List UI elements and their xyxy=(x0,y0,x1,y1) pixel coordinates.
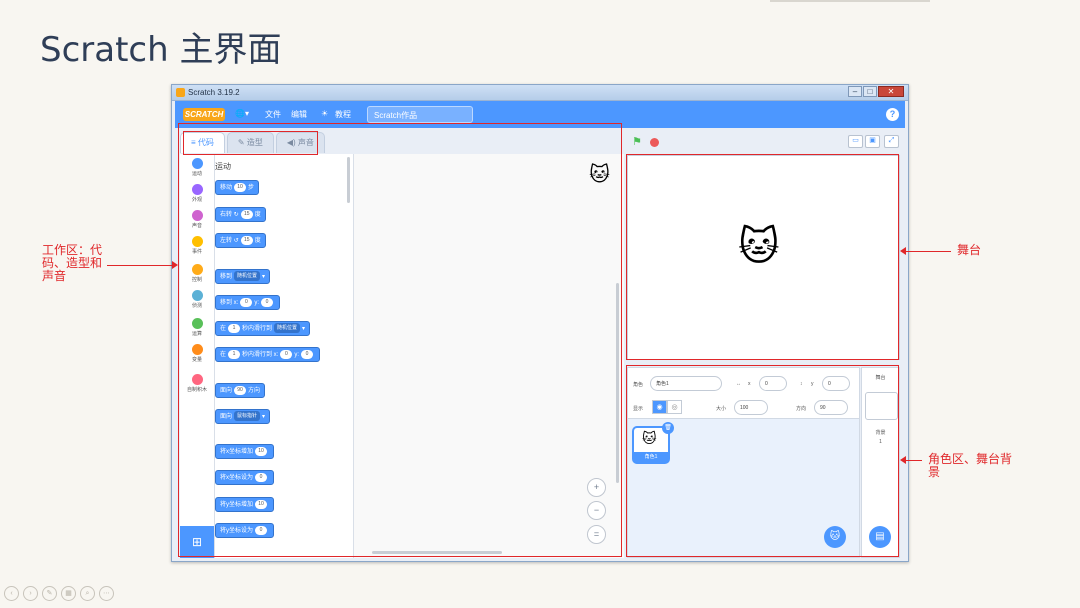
app-icon xyxy=(176,88,185,97)
sprite-area-callout-line xyxy=(906,460,922,461)
pen-icon[interactable]: ✎ xyxy=(42,586,57,601)
stop-icon[interactable] xyxy=(650,138,659,147)
menu-tutorials[interactable]: 教程 xyxy=(335,109,351,120)
slide-toolbar: ‹ › ✎ ▦ ⌕ ⋯ xyxy=(4,586,118,601)
large-stage-button[interactable]: ▣ xyxy=(865,135,880,148)
stage-callout-line xyxy=(906,251,951,252)
slide-title: Scratch 主界面 xyxy=(40,30,282,70)
tutorials-lightbulb-icon[interactable]: ☀ xyxy=(321,109,328,118)
workspace-arrow-icon xyxy=(172,261,178,269)
menu-file[interactable]: 文件 xyxy=(265,109,281,120)
workspace-highlight-box xyxy=(178,123,622,557)
next-slide-icon[interactable]: › xyxy=(23,586,38,601)
window-title: Scratch 3.19.2 xyxy=(188,88,240,97)
window-titlebar: Scratch 3.19.2 – □ ✕ xyxy=(172,85,908,101)
slides-grid-icon[interactable]: ▦ xyxy=(61,586,76,601)
menu-edit[interactable]: 编辑 xyxy=(291,109,307,120)
stage-annotation: 舞台 xyxy=(957,243,982,257)
maximize-button[interactable]: □ xyxy=(863,86,877,97)
workspace-annotation: 工作区：代 码、造型和 声音 xyxy=(42,243,103,283)
stage-highlight-box xyxy=(626,154,899,360)
scratch-logo[interactable]: SCRATCH xyxy=(183,108,225,121)
window-controls: – □ ✕ xyxy=(847,86,904,98)
more-options-icon[interactable]: ⋯ xyxy=(99,586,114,601)
green-flag-icon[interactable]: ⚑ xyxy=(632,135,642,148)
close-button[interactable]: ✕ xyxy=(878,86,904,97)
zoom-icon[interactable]: ⌕ xyxy=(80,586,95,601)
sprite-area-highlight-box xyxy=(626,365,899,557)
minimize-button[interactable]: – xyxy=(848,86,862,97)
workspace-callout-line xyxy=(107,265,175,266)
project-title-input[interactable]: Scratch作品 xyxy=(367,106,473,123)
prev-slide-icon[interactable]: ‹ xyxy=(4,586,19,601)
help-button[interactable]: ? xyxy=(886,108,899,121)
language-globe-icon[interactable]: 🌐▾ xyxy=(235,109,249,118)
top-divider xyxy=(770,0,930,2)
small-stage-button[interactable]: ▭ xyxy=(848,135,863,148)
fullscreen-button[interactable]: ⤢ xyxy=(884,135,899,148)
sprite-area-annotation: 角色区、舞台背 景 xyxy=(928,452,1013,479)
